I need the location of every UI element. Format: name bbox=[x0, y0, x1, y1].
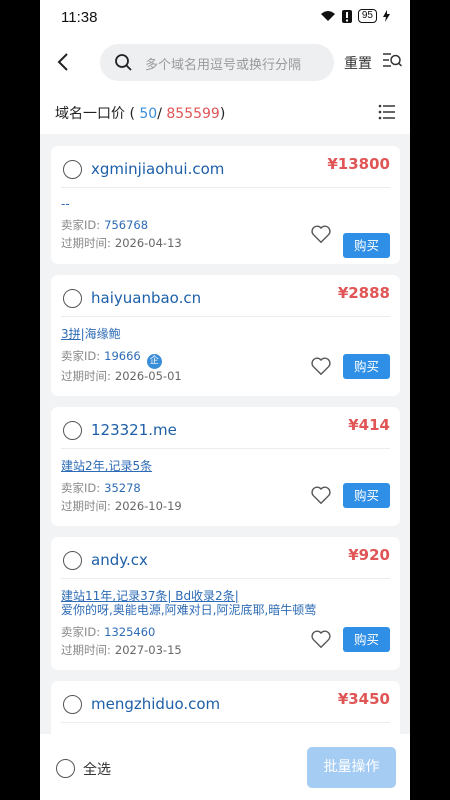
bottom-action-bar: 全选 批量操作 bbox=[40, 734, 410, 800]
search-header: 多个域名用逗号或换行分隔 重置 bbox=[40, 34, 410, 92]
expiry-label: 过期时间: bbox=[61, 499, 111, 513]
total-count: 855599 bbox=[166, 106, 220, 122]
search-placeholder: 多个域名用逗号或换行分隔 bbox=[145, 58, 302, 73]
buy-button[interactable]: 购买 bbox=[343, 483, 390, 508]
expiry-label: 过期时间: bbox=[61, 369, 111, 383]
result-count: 50 bbox=[139, 106, 158, 122]
domain-name[interactable]: xgminjiaohui.com bbox=[91, 160, 224, 178]
status-time: 11:38 bbox=[61, 9, 98, 26]
summary-bar: 域名一口价 ( 50/ 855599) bbox=[40, 92, 410, 134]
close-paren: ) bbox=[219, 106, 226, 122]
domain-price: ¥3450 bbox=[337, 690, 390, 708]
seller-id-label: 卖家ID: bbox=[61, 349, 101, 363]
seller-id-value[interactable]: 1325460 bbox=[104, 625, 155, 639]
wifi-icon bbox=[320, 11, 335, 21]
domain-price: ¥414 bbox=[348, 416, 390, 434]
tag-link[interactable]: 建站11年,记录37条| Bd收录2条| bbox=[61, 589, 239, 603]
select-checkbox[interactable] bbox=[63, 551, 82, 570]
seller-id-value[interactable]: 19666 bbox=[104, 349, 141, 363]
favorite-heart-icon[interactable] bbox=[310, 628, 332, 650]
divider bbox=[61, 578, 390, 579]
buy-button[interactable]: 购买 bbox=[343, 233, 390, 258]
domain-name[interactable]: andy.cx bbox=[91, 551, 148, 569]
expiry-date: 2027-03-15 bbox=[114, 643, 182, 657]
status-icons: 95 bbox=[320, 9, 390, 23]
divider bbox=[61, 316, 390, 317]
search-input[interactable]: 多个域名用逗号或换行分隔 bbox=[100, 44, 334, 81]
select-checkbox[interactable] bbox=[63, 160, 82, 179]
charging-icon bbox=[383, 10, 390, 22]
app-screen: 11:38 95 多个域名用逗号或换行分隔 重置 域名一口价 ( 50/ 855… bbox=[40, 0, 410, 800]
expiry-label: 过期时间: bbox=[61, 643, 111, 657]
back-arrow-icon[interactable] bbox=[52, 50, 76, 74]
favorite-heart-icon[interactable] bbox=[310, 484, 332, 506]
select-checkbox[interactable] bbox=[63, 289, 82, 308]
expiry-row: 过期时间: 2026-10-19 bbox=[61, 497, 182, 515]
select-all-label[interactable]: 全选 bbox=[83, 759, 111, 779]
tag-text: |海缘鲍 bbox=[80, 327, 121, 341]
divider bbox=[61, 187, 390, 188]
seller-row: 卖家ID: 756768 bbox=[61, 216, 148, 234]
domain-tags: 建站2年,记录5条 bbox=[61, 459, 381, 473]
domain-meaning: 爱你的呀,奥能电源,阿难对日,阿泥底耶,暗牛顿莺 bbox=[61, 603, 317, 617]
tag-link[interactable]: 建站2年,记录5条 bbox=[61, 459, 152, 473]
seller-id-label: 卖家ID: bbox=[61, 625, 101, 639]
seller-row: 卖家ID: 1325460 bbox=[61, 623, 155, 641]
seller-id-label: 卖家ID: bbox=[61, 481, 101, 495]
domain-tags: 建站11年,记录37条| Bd收录2条| bbox=[61, 589, 381, 603]
open-paren: ( bbox=[129, 106, 135, 122]
domain-tags: 3拼|海缘鲍 bbox=[61, 327, 381, 341]
expiry-row: 过期时间: 2027-03-15 bbox=[61, 641, 182, 659]
favorite-heart-icon[interactable] bbox=[310, 223, 332, 245]
expiry-date: 2026-04-13 bbox=[114, 236, 182, 250]
domain-name[interactable]: 123321.me bbox=[91, 421, 177, 439]
status-bar: 11:38 95 bbox=[40, 0, 410, 34]
expiry-label: 过期时间: bbox=[61, 236, 111, 250]
list-view-icon[interactable] bbox=[378, 104, 396, 120]
favorite-heart-icon[interactable] bbox=[310, 355, 332, 377]
domain-price: ¥2888 bbox=[337, 284, 390, 302]
seller-id-value[interactable]: 35278 bbox=[104, 481, 141, 495]
summary-title-text: 域名一口价 bbox=[55, 106, 125, 122]
divider bbox=[61, 448, 390, 449]
domain-name[interactable]: mengzhiduo.com bbox=[91, 695, 220, 713]
expiry-date: 2026-05-01 bbox=[114, 369, 182, 383]
reset-button[interactable]: 重置 bbox=[344, 53, 372, 73]
tag-link[interactable]: 3拼 bbox=[61, 327, 81, 341]
domain-price: ¥920 bbox=[348, 546, 390, 564]
notification-icon bbox=[341, 9, 352, 23]
expiry-date: 2026-10-19 bbox=[114, 499, 182, 513]
domain-card[interactable]: andy.cx ¥920 建站11年,记录37条| Bd收录2条| 爱你的呀,奥… bbox=[51, 537, 400, 670]
battery-indicator: 95 bbox=[357, 9, 377, 23]
domain-price: ¥13800 bbox=[327, 155, 390, 173]
seller-row: 卖家ID: 19666 企 bbox=[61, 347, 162, 369]
divider bbox=[61, 722, 390, 723]
domain-card[interactable]: haiyuanbao.cn ¥2888 3拼|海缘鲍 卖家ID: 19666 企 过… bbox=[51, 275, 400, 396]
buy-button[interactable]: 购买 bbox=[343, 354, 390, 379]
domain-name[interactable]: haiyuanbao.cn bbox=[91, 289, 201, 307]
count-separator: / bbox=[157, 106, 162, 122]
expiry-row: 过期时间: 2026-05-01 bbox=[61, 367, 182, 385]
page-title: 域名一口价 ( 50/ 855599) bbox=[55, 103, 225, 123]
search-icon bbox=[115, 54, 132, 71]
batch-operation-button[interactable]: 批量操作 bbox=[307, 747, 396, 788]
buy-button[interactable]: 购买 bbox=[343, 627, 390, 652]
domain-card[interactable]: 123321.me ¥414 建站2年,记录5条 卖家ID: 35278 过期时间… bbox=[51, 407, 400, 526]
select-checkbox[interactable] bbox=[63, 421, 82, 440]
seller-id-value[interactable]: 756768 bbox=[104, 218, 148, 232]
select-all-checkbox[interactable] bbox=[56, 759, 75, 778]
expiry-row: 过期时间: 2026-04-13 bbox=[61, 234, 182, 252]
seller-id-label: 卖家ID: bbox=[61, 218, 101, 232]
domain-card[interactable]: xgminjiaohui.com ¥13800 -- 卖家ID: 756768 过… bbox=[51, 146, 400, 264]
seller-row: 卖家ID: 35278 bbox=[61, 479, 141, 497]
filter-search-icon[interactable] bbox=[382, 52, 402, 70]
domain-tags: -- bbox=[61, 197, 70, 211]
select-checkbox[interactable] bbox=[63, 695, 82, 714]
